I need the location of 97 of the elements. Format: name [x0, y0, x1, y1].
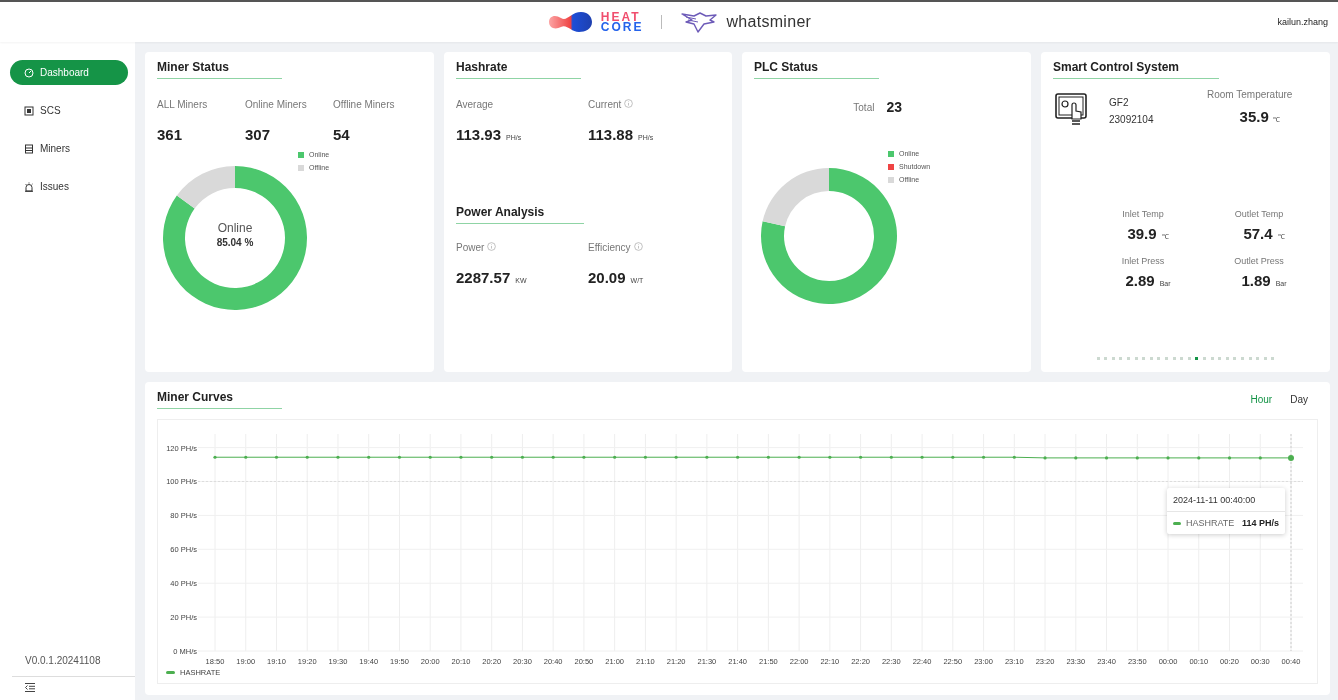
alarm-icon	[24, 181, 34, 192]
range-tab[interactable]: Day	[1290, 394, 1308, 405]
data-point[interactable]	[244, 455, 248, 459]
data-point[interactable]	[766, 455, 770, 459]
brand-name: HEAT	[600, 12, 642, 22]
series-value: 114 PH/s	[1241, 518, 1279, 528]
stat-value: 361	[157, 126, 183, 143]
stat-label: Inlet Press	[1121, 256, 1165, 266]
series-swatch	[1173, 521, 1181, 525]
nav-item[interactable]: Dashboard	[10, 60, 128, 85]
stat-label: Room Temperature	[1207, 89, 1293, 100]
device-name: GF2	[1109, 97, 1130, 108]
tooltip-title: 2024-11-11 00:40:00	[1167, 488, 1285, 512]
donut-slice[interactable]	[163, 166, 307, 310]
stat-value: 54	[333, 126, 350, 143]
data-point[interactable]	[213, 455, 217, 459]
data-point[interactable]	[397, 455, 402, 459]
data-point[interactable]	[1258, 456, 1262, 460]
data-point[interactable]	[613, 455, 617, 459]
gauge-icon	[24, 67, 34, 78]
section-title: Power Analysis	[456, 205, 585, 224]
stat-label: Offline Miners	[333, 99, 395, 110]
donut-slice[interactable]	[176, 166, 235, 209]
partner-name: whatsminer	[726, 13, 812, 31]
collapse-menu-icon[interactable]	[25, 683, 35, 692]
stat-value: 2287.57	[456, 269, 511, 286]
data-point[interactable]	[920, 455, 924, 459]
data-point[interactable]	[797, 455, 801, 459]
wing-logo-icon	[680, 10, 719, 34]
stat-value: 307	[245, 126, 271, 143]
data-point[interactable]	[582, 455, 586, 459]
data-point[interactable]	[428, 455, 432, 459]
card-title: Miner Status	[157, 60, 282, 79]
data-point[interactable]	[1012, 455, 1016, 459]
data-point[interactable]	[828, 455, 832, 459]
center-value: 85.04 %	[216, 237, 254, 248]
stat-label: Inlet Temp	[1122, 209, 1164, 219]
data-point[interactable]	[305, 455, 309, 459]
stat-value: 35.9	[1239, 108, 1269, 125]
data-point[interactable]	[459, 455, 463, 459]
data-point[interactable]	[643, 455, 647, 459]
data-point[interactable]	[981, 455, 986, 459]
data-point[interactable]	[551, 455, 555, 459]
touch-panel-icon	[1055, 93, 1087, 127]
stat-label: Online Miners	[245, 99, 307, 110]
total-label: Total	[853, 101, 875, 113]
grid-icon	[24, 105, 34, 116]
data-point[interactable]	[1104, 456, 1109, 460]
data-point[interactable]	[1074, 456, 1078, 460]
data-point[interactable]	[367, 455, 371, 459]
stat-label: Efficiency	[588, 242, 631, 253]
card-title: Smart Control System	[1053, 60, 1220, 79]
stat-label: Power	[456, 242, 485, 253]
data-point[interactable]	[274, 455, 279, 459]
series-label: HASHRATE	[1186, 518, 1236, 528]
data-point[interactable]	[859, 455, 863, 459]
stat-label: Outlet Temp	[1234, 209, 1284, 219]
card-title: PLC Status	[754, 60, 879, 79]
data-point[interactable]	[1043, 456, 1047, 460]
data-point[interactable]	[736, 455, 740, 459]
list-icon	[24, 143, 34, 154]
data-point[interactable]	[1288, 454, 1294, 461]
stat-value: 39.9	[1127, 225, 1157, 242]
data-point[interactable]	[336, 455, 340, 459]
range-tab[interactable]: Hour	[1250, 394, 1273, 405]
stat-label: Current	[588, 99, 622, 110]
total-value: 23	[886, 99, 902, 115]
logo-icon	[546, 10, 593, 34]
brand-name: CORE	[600, 22, 644, 32]
data-point[interactable]	[1227, 456, 1232, 460]
data-point[interactable]	[490, 455, 494, 459]
nav-item[interactable]: SCS	[10, 98, 128, 123]
data-point[interactable]	[951, 455, 955, 459]
nav-item[interactable]: Miners	[10, 136, 128, 161]
data-point[interactable]	[1166, 456, 1170, 460]
card-title: Hashrate	[456, 60, 581, 79]
version-label: V0.0.1.20241108	[24, 655, 102, 668]
stat-value: 2.89	[1125, 272, 1155, 289]
stat-label: Average	[456, 99, 494, 110]
stat-value: 113.93	[456, 126, 502, 143]
card-title: Miner Curves	[157, 390, 282, 409]
user-name[interactable]: kailun.zhang	[1277, 17, 1328, 27]
stat-value: 57.4	[1243, 225, 1273, 242]
data-point[interactable]	[520, 455, 525, 459]
stat-value: 20.09	[588, 269, 626, 286]
data-point[interactable]	[1197, 456, 1201, 460]
data-point[interactable]	[1135, 456, 1139, 460]
stat-label: ALL Miners	[157, 99, 208, 110]
device-id: 23092104	[1109, 114, 1155, 125]
stat-value: 113.88	[588, 126, 634, 143]
center-label: Online	[217, 221, 253, 235]
nav-item[interactable]: Issues	[10, 174, 128, 199]
stat-label: Outlet Press	[1234, 256, 1284, 266]
data-point[interactable]	[705, 455, 709, 459]
data-point[interactable]	[889, 455, 893, 459]
stat-value: 1.89	[1241, 272, 1271, 289]
data-point[interactable]	[674, 455, 678, 459]
